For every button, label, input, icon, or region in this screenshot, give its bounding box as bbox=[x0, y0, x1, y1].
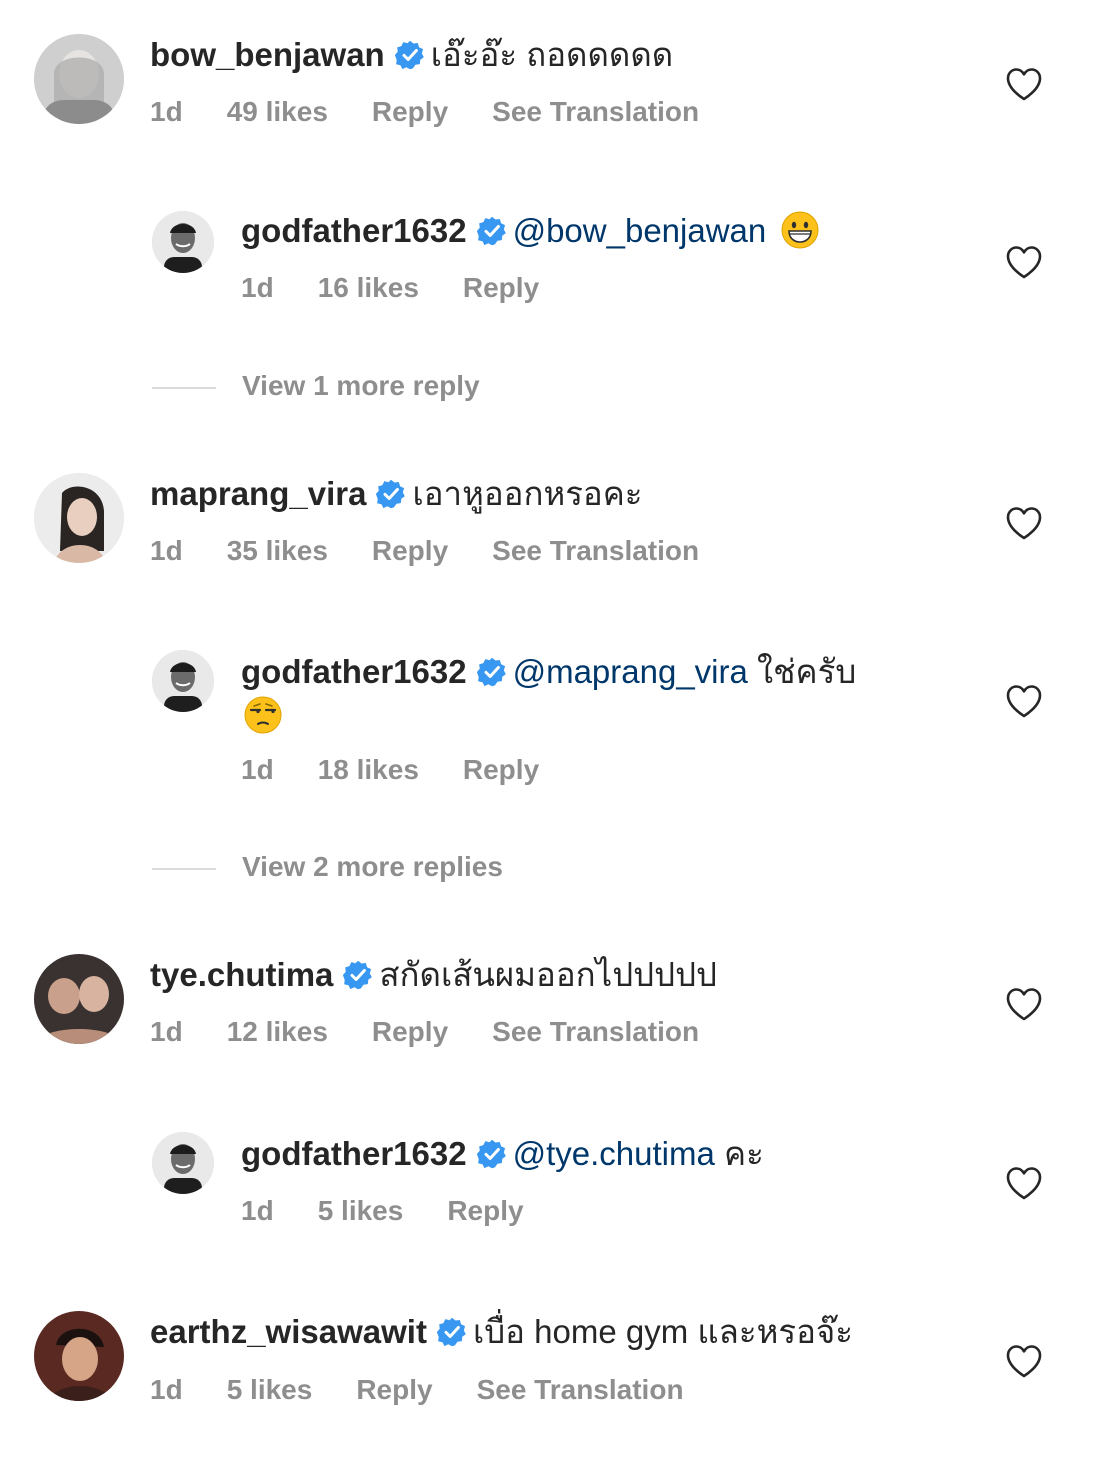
avatar[interactable] bbox=[34, 954, 124, 1044]
grinning-face-emoji bbox=[780, 210, 820, 250]
comment-time: 1d bbox=[241, 1195, 274, 1226]
comment-time: 1d bbox=[150, 535, 183, 566]
comment-time: 1d bbox=[241, 272, 274, 303]
username[interactable]: earthz_wisawawit bbox=[150, 1313, 427, 1350]
comment-meta: 1d 12 likes Reply See Translation bbox=[150, 1016, 743, 1048]
reply-button[interactable]: Reply bbox=[463, 754, 539, 785]
comment-meta: 1d 18 likes Reply bbox=[241, 754, 583, 786]
verified-badge-icon bbox=[395, 40, 425, 70]
reply-button[interactable]: Reply bbox=[356, 1374, 432, 1405]
likes-count[interactable]: 5 likes bbox=[318, 1195, 404, 1226]
reply-button[interactable]: Reply bbox=[463, 272, 539, 303]
heart-outline-icon[interactable] bbox=[1004, 681, 1044, 721]
avatar[interactable] bbox=[34, 473, 124, 563]
avatar[interactable] bbox=[152, 1132, 214, 1194]
username[interactable]: godfather1632 bbox=[241, 1135, 467, 1172]
comment-time: 1d bbox=[241, 754, 274, 785]
heart-outline-icon[interactable] bbox=[1004, 1341, 1044, 1381]
comment-text-line: godfather1632 @tye.chutima คะ bbox=[241, 1133, 764, 1175]
comment-time: 1d bbox=[150, 1016, 183, 1047]
likes-count[interactable]: 18 likes bbox=[318, 754, 419, 785]
comment-meta: 1d 35 likes Reply See Translation bbox=[150, 535, 743, 567]
comment-text: เอาหูออกหรอคะ bbox=[412, 475, 643, 512]
heart-outline-icon[interactable] bbox=[1004, 242, 1044, 282]
heart-outline-icon[interactable] bbox=[1004, 503, 1044, 543]
username[interactable]: maprang_vira bbox=[150, 475, 366, 512]
likes-count[interactable]: 35 likes bbox=[227, 535, 328, 566]
comment-text: เอ๊ะอ๊ะ ถอดดดดด bbox=[430, 36, 674, 73]
likes-count[interactable]: 5 likes bbox=[227, 1374, 313, 1405]
comment-text-line: godfather1632 @bow_benjawan bbox=[241, 210, 820, 252]
username[interactable]: godfather1632 bbox=[241, 212, 467, 249]
comment-text: สกัดเส้นผมออกไปปปปป bbox=[379, 956, 717, 993]
reply-button[interactable]: Reply bbox=[372, 1016, 448, 1047]
see-translation-button[interactable]: See Translation bbox=[477, 1374, 684, 1405]
avatar[interactable] bbox=[152, 650, 214, 712]
heart-outline-icon[interactable] bbox=[1004, 64, 1044, 104]
comment-text: ใช่ครับ bbox=[757, 653, 857, 690]
avatar[interactable] bbox=[34, 1311, 124, 1401]
see-translation-button[interactable]: See Translation bbox=[492, 96, 699, 127]
comment-text-line: tye.chutima สกัดเส้นผมออกไปปปปป bbox=[150, 954, 717, 996]
username[interactable]: tye.chutima bbox=[150, 956, 333, 993]
verified-badge-icon bbox=[437, 1317, 467, 1347]
view-more-label: View 1 more reply bbox=[242, 370, 480, 401]
comment-text-line: godfather1632 @maprang_vira ใช่ครับ bbox=[241, 651, 941, 737]
comment-time: 1d bbox=[150, 96, 183, 127]
comment-time: 1d bbox=[150, 1374, 183, 1405]
verified-badge-icon bbox=[477, 1139, 507, 1169]
likes-count[interactable]: 49 likes bbox=[227, 96, 328, 127]
comment-meta: 1d 5 likes Reply bbox=[241, 1195, 568, 1227]
likes-count[interactable]: 16 likes bbox=[318, 272, 419, 303]
comment-meta: 1d 49 likes Reply See Translation bbox=[150, 96, 743, 128]
likes-count[interactable]: 12 likes bbox=[227, 1016, 328, 1047]
verified-badge-icon bbox=[376, 479, 406, 509]
username[interactable]: godfather1632 bbox=[241, 653, 467, 690]
verified-badge-icon bbox=[343, 960, 373, 990]
view-more-replies-button[interactable]: View 2 more replies bbox=[152, 851, 503, 891]
username[interactable]: bow_benjawan bbox=[150, 36, 385, 73]
comment-meta: 1d 16 likes Reply bbox=[241, 272, 583, 304]
reply-button[interactable]: Reply bbox=[372, 96, 448, 127]
divider bbox=[152, 867, 216, 870]
mention-link[interactable]: @tye.chutima bbox=[513, 1135, 715, 1172]
comment-text-line: maprang_vira เอาหูออกหรอคะ bbox=[150, 473, 643, 515]
view-more-replies-button[interactable]: View 1 more reply bbox=[152, 370, 480, 410]
verified-badge-icon bbox=[477, 216, 507, 246]
divider bbox=[152, 386, 216, 389]
heart-outline-icon[interactable] bbox=[1004, 1163, 1044, 1203]
view-more-label: View 2 more replies bbox=[242, 851, 503, 882]
mention-link[interactable]: @maprang_vira bbox=[513, 653, 748, 690]
reply-button[interactable]: Reply bbox=[372, 535, 448, 566]
verified-badge-icon bbox=[477, 657, 507, 687]
comment-text-line: bow_benjawan เอ๊ะอ๊ะ ถอดดดดด bbox=[150, 34, 673, 76]
reply-button[interactable]: Reply bbox=[447, 1195, 523, 1226]
mention-link[interactable]: @bow_benjawan bbox=[513, 212, 767, 249]
comment-meta: 1d 5 likes Reply See Translation bbox=[150, 1374, 728, 1406]
see-translation-button[interactable]: See Translation bbox=[492, 535, 699, 566]
unamused-face-emoji bbox=[243, 695, 283, 735]
comment-text-line: earthz_wisawawit เบื่อ home gym และหรอจ๊ะ bbox=[150, 1311, 853, 1353]
comment-text: คะ bbox=[724, 1135, 764, 1172]
see-translation-button[interactable]: See Translation bbox=[492, 1016, 699, 1047]
heart-outline-icon[interactable] bbox=[1004, 984, 1044, 1024]
avatar[interactable] bbox=[34, 34, 124, 124]
avatar[interactable] bbox=[152, 211, 214, 273]
comment-text: เบื่อ home gym และหรอจ๊ะ bbox=[472, 1313, 853, 1350]
